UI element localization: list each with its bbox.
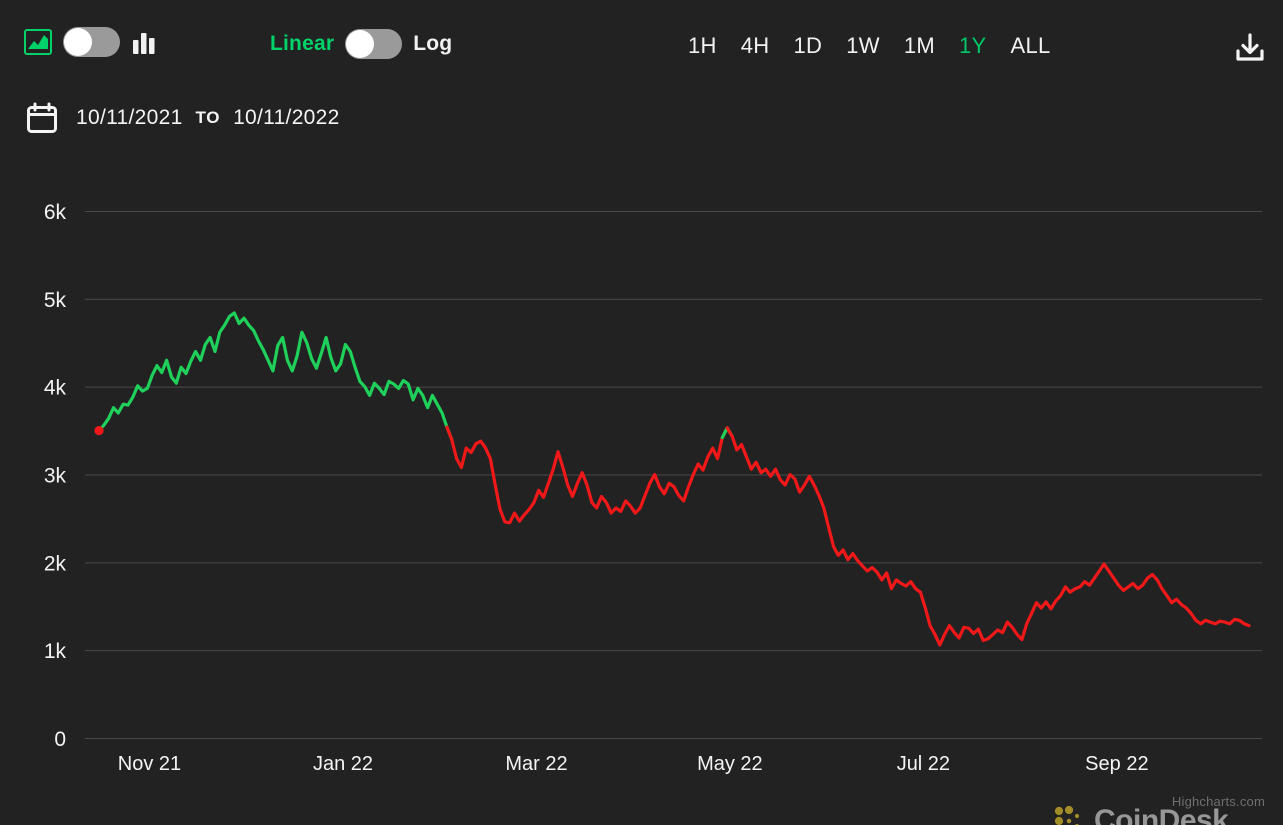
range-button-1w[interactable]: 1W <box>834 33 892 59</box>
scale-linear-label[interactable]: Linear <box>270 32 334 56</box>
toolbar: Linear Log 1H 4H 1D 1W 1M 1Y ALL <box>0 0 1283 95</box>
chart-plot-line <box>94 313 1249 645</box>
date-range-row[interactable]: 10/11/2021 TO 10/11/2022 <box>26 102 340 134</box>
x-axis-tick: Jan 22 <box>313 753 373 775</box>
x-axis-tick: Sep 22 <box>1085 753 1148 775</box>
chart-gridlines <box>85 212 1262 739</box>
x-axis-tick: May 22 <box>697 753 763 775</box>
y-axis-tick: 4k <box>44 377 67 400</box>
y-axis-tick: 5k <box>44 289 67 312</box>
price-chart: 6k 5k 4k 3k 2k 1k 0 Nov 21 Jan 22 Mar 22 May 22 Ju… <box>0 160 1283 825</box>
x-axis-tick: Jul 22 <box>897 753 950 775</box>
chart-type-toggle-knob <box>64 28 92 56</box>
range-button-all[interactable]: ALL <box>999 33 1063 59</box>
chart-widget: Linear Log 1H 4H 1D 1W 1M 1Y ALL <box>0 0 1283 825</box>
highcharts-credits[interactable]: Highcharts.com <box>1172 794 1265 809</box>
download-icon[interactable] <box>1233 31 1267 65</box>
scale-log-label[interactable]: Log <box>413 32 452 56</box>
range-button-1h[interactable]: 1H <box>676 33 729 59</box>
area-chart-icon[interactable] <box>24 29 52 55</box>
date-range-end[interactable]: 10/11/2022 <box>233 106 340 130</box>
scale-toggle[interactable] <box>345 29 402 59</box>
chart-canvas: 6k 5k 4k 3k 2k 1k 0 Nov 21 Jan 22 Mar 22 May 22 Ju… <box>0 160 1283 825</box>
y-axis-tick: 3k <box>44 465 67 488</box>
series-start-marker <box>94 426 103 435</box>
coindesk-logo-icon <box>1053 805 1085 825</box>
bar-chart-icon[interactable] <box>131 29 157 55</box>
chart-type-toggle[interactable] <box>63 27 120 57</box>
x-axis-tick: Mar 22 <box>505 753 567 775</box>
date-range-start[interactable]: 10/11/2021 <box>76 106 183 130</box>
range-button-4h[interactable]: 4H <box>729 33 782 59</box>
scale-toggle-group: Linear Log <box>270 29 452 59</box>
y-axis-tick: 2k <box>44 552 67 575</box>
line-segment-up <box>99 313 452 440</box>
calendar-icon[interactable] <box>26 102 58 134</box>
chart-x-axis-labels: Nov 21 Jan 22 Mar 22 May 22 Jul 22 Sep 22 <box>118 753 1149 775</box>
range-button-1m[interactable]: 1M <box>892 33 947 59</box>
range-button-1d[interactable]: 1D <box>781 33 834 59</box>
range-selector: 1H 4H 1D 1W 1M 1Y ALL <box>676 33 1063 59</box>
x-axis-tick: Nov 21 <box>118 753 181 775</box>
range-button-1y[interactable]: 1Y <box>947 33 999 59</box>
y-axis-tick: 1k <box>44 640 67 663</box>
chart-y-axis-labels: 6k 5k 4k 3k 2k 1k 0 <box>44 201 67 751</box>
chart-type-toggle-group <box>24 27 157 57</box>
y-axis-tick: 0 <box>54 728 66 751</box>
date-range-separator: TO <box>196 108 221 128</box>
y-axis-tick: 6k <box>44 201 67 224</box>
line-segment-down <box>727 428 1249 645</box>
scale-toggle-knob <box>346 30 374 58</box>
